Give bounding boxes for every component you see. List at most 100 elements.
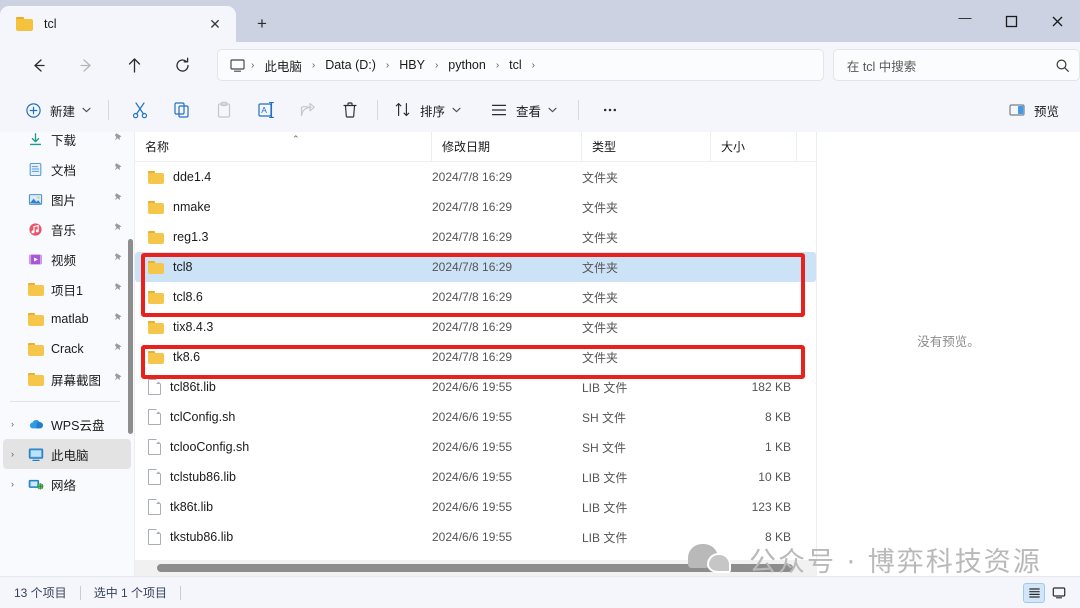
close-tab-icon[interactable]: ✕ — [202, 11, 228, 37]
share-button[interactable] — [289, 94, 327, 126]
sidebar-item-label: 屏幕截图 — [51, 373, 102, 388]
main-content: 下载 文档 图片 音乐 视频 项目1 matlab Crack 屏幕截图 › W… — [0, 131, 1080, 576]
sort-button-label: 排序 — [420, 104, 446, 119]
navigation-pane[interactable]: 下载 文档 图片 音乐 视频 项目1 matlab Crack 屏幕截图 › W… — [0, 132, 134, 576]
this-pc-icon[interactable] — [226, 58, 248, 73]
trash-icon — [340, 100, 360, 120]
pin-icon[interactable] — [111, 342, 125, 356]
more-options-button[interactable] — [591, 94, 629, 126]
pin-icon[interactable] — [111, 312, 125, 326]
file-name-cell: tcl86t.lib — [135, 379, 432, 395]
tab-tcl[interactable]: tcl ✕ — [0, 6, 236, 42]
expand-chevron-icon[interactable]: › — [11, 419, 26, 429]
new-button[interactable]: 新建 — [14, 94, 100, 126]
breadcrumb-item-this-pc[interactable]: 此电脑 — [257, 53, 309, 78]
view-button[interactable]: 查看 — [482, 94, 564, 126]
sidebar-item-network[interactable]: › 网络 — [3, 469, 131, 499]
column-header-name[interactable]: 名称 — [135, 131, 432, 162]
file-type: 文件夹 — [582, 170, 619, 185]
table-row[interactable]: tclstub86.lib 2024/6/6 19:55 LIB 文件 10 K… — [135, 462, 816, 492]
breadcrumb-separator: › — [311, 59, 316, 71]
breadcrumb-item-python[interactable]: python — [441, 55, 493, 75]
table-row[interactable]: tcl86t.lib 2024/6/6 19:55 LIB 文件 182 KB — [135, 372, 816, 402]
search-input[interactable]: 在 tcl 中搜索 — [832, 49, 1080, 81]
pin-icon[interactable] — [111, 162, 125, 176]
sort-ascending-icon: ⌃ — [292, 134, 300, 144]
search-icon[interactable] — [1055, 58, 1070, 73]
back-icon[interactable] — [21, 48, 55, 82]
table-row[interactable]: tk86t.lib 2024/6/6 19:55 LIB 文件 123 KB — [135, 492, 816, 522]
new-tab-button[interactable]: + — [245, 9, 279, 39]
forward-icon[interactable] — [69, 48, 103, 82]
pin-icon[interactable] — [111, 282, 125, 296]
table-row[interactable]: tix8.4.3 2024/7/8 16:29 文件夹 — [135, 312, 816, 342]
sidebar-item-videos[interactable]: 视频 — [3, 244, 131, 274]
large-icons-view-button[interactable] — [1048, 583, 1070, 603]
copy-button[interactable] — [163, 94, 201, 126]
table-row[interactable]: tcl8 2024/7/8 16:29 文件夹 — [135, 252, 816, 282]
horizontal-scrollbar-thumb[interactable] — [157, 564, 793, 572]
column-headers: 名称 修改日期 类型 大小 ⌃ — [135, 131, 816, 162]
sidebar-item-xiangmu1[interactable]: 项目1 — [3, 274, 131, 304]
breadcrumb-item-tcl[interactable]: tcl — [502, 55, 529, 75]
horizontal-scrollbar[interactable] — [135, 560, 817, 576]
sidebar-item-wps-cloud[interactable]: › WPS云盘 — [3, 409, 131, 439]
table-row[interactable]: nmake 2024/7/8 16:29 文件夹 — [135, 192, 816, 222]
table-row[interactable]: tcl8.6 2024/7/8 16:29 文件夹 — [135, 282, 816, 312]
delete-button[interactable] — [331, 94, 369, 126]
expand-chevron-icon[interactable]: › — [11, 479, 26, 489]
sort-button[interactable]: 排序 — [386, 94, 468, 126]
paste-button[interactable] — [205, 94, 243, 126]
cut-button[interactable] — [121, 94, 159, 126]
sidebar-item-documents[interactable]: 文档 — [3, 154, 131, 184]
plus-circle-icon — [23, 100, 43, 120]
file-size: 123 KB — [751, 500, 791, 514]
rename-button[interactable]: A — [247, 94, 285, 126]
column-header-date[interactable]: 修改日期 — [432, 131, 582, 162]
sidebar-item-this-pc[interactable]: › 此电脑 — [3, 439, 131, 469]
preview-pane-button[interactable]: 预览 — [1000, 94, 1066, 126]
file-name: tix8.4.3 — [173, 320, 214, 334]
pin-icon[interactable] — [111, 192, 125, 206]
pin-icon[interactable] — [111, 222, 125, 236]
sidebar-item-downloads[interactable]: 下载 — [3, 132, 131, 154]
address-bar[interactable]: › 此电脑 › Data (D:) › HBY › python › tcl › — [217, 49, 824, 81]
details-view-button[interactable] — [1023, 582, 1045, 603]
breadcrumb-item-hby[interactable]: HBY — [392, 55, 432, 75]
chevron-down-icon[interactable] — [452, 106, 461, 115]
column-header-type[interactable]: 类型 — [582, 131, 711, 162]
file-name-cell: reg1.3 — [135, 230, 432, 244]
file-date: 2024/6/6 19:55 — [432, 530, 513, 544]
table-row[interactable]: dde1.4 2024/7/8 16:29 文件夹 — [135, 162, 816, 192]
file-list-pane[interactable]: 名称 修改日期 类型 大小 ⌃ dde1.4 2024/7/8 16:29 文件… — [134, 131, 817, 576]
sidebar-item-screenshots[interactable]: 屏幕截图 — [3, 364, 131, 394]
sidebar-scrollbar[interactable] — [128, 239, 133, 434]
sidebar-item-pictures[interactable]: 图片 — [3, 184, 131, 214]
pin-icon[interactable] — [111, 372, 125, 386]
sidebar-item-matlab[interactable]: matlab — [3, 304, 131, 334]
pin-icon[interactable] — [111, 252, 125, 266]
sidebar-item-label: 文档 — [51, 163, 77, 178]
chevron-down-icon[interactable] — [82, 106, 91, 115]
column-header-date-label: 修改日期 — [442, 140, 491, 154]
pin-icon[interactable] — [111, 132, 125, 146]
table-row[interactable]: tclooConfig.sh 2024/6/6 19:55 SH 文件 1 KB — [135, 432, 816, 462]
folder-icon — [148, 230, 164, 244]
column-header-size[interactable]: 大小 — [711, 131, 797, 162]
expand-chevron-icon[interactable]: › — [11, 449, 26, 459]
minimize-icon[interactable]: — — [942, 0, 988, 42]
refresh-icon[interactable] — [165, 48, 199, 82]
table-row[interactable]: tclConfig.sh 2024/6/6 19:55 SH 文件 8 KB — [135, 402, 816, 432]
table-row[interactable]: tk8.6 2024/7/8 16:29 文件夹 — [135, 342, 816, 372]
table-row[interactable]: reg1.3 2024/7/8 16:29 文件夹 — [135, 222, 816, 252]
file-name-cell: tclstub86.lib — [135, 469, 432, 485]
sidebar-item-music[interactable]: 音乐 — [3, 214, 131, 244]
close-window-icon[interactable] — [1034, 0, 1080, 42]
file-name-cell: tclooConfig.sh — [135, 439, 432, 455]
sidebar-item-crack[interactable]: Crack — [3, 334, 131, 364]
breadcrumb-item-data-d[interactable]: Data (D:) — [318, 55, 383, 75]
table-row[interactable]: tkstub86.lib 2024/6/6 19:55 LIB 文件 8 KB — [135, 522, 816, 552]
chevron-down-icon[interactable] — [548, 106, 557, 115]
up-icon[interactable] — [117, 48, 151, 82]
maximize-icon[interactable] — [988, 0, 1034, 42]
